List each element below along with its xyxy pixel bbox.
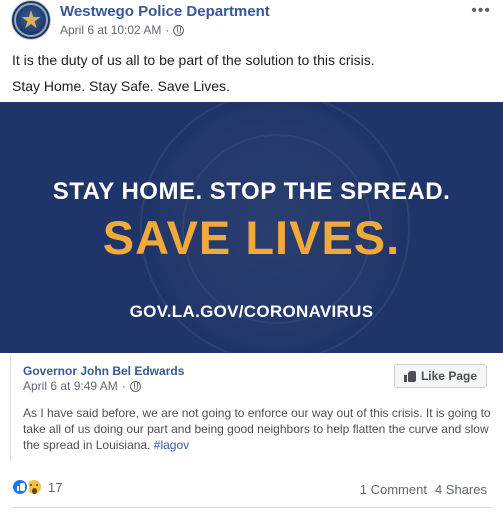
- reaction-count: 17: [48, 479, 63, 495]
- banner-url: GOV.LA.GOV/CORONAVIRUS: [129, 302, 374, 321]
- thumbs-up-icon: [403, 370, 416, 382]
- meta-separator: ·: [121, 379, 126, 393]
- globe-icon: [129, 380, 141, 392]
- shared-post-text: As I have said before, we are not going …: [23, 405, 491, 453]
- footer-divider: [12, 507, 491, 508]
- comments-count-link[interactable]: 1 Comment: [360, 482, 427, 497]
- banner-slogan: SAVE LIVES.: [102, 211, 401, 264]
- like-reaction-icon: [11, 478, 29, 496]
- engagement-stats: 1 Comment 4 Shares: [360, 482, 487, 497]
- globe-icon: [173, 24, 185, 36]
- shared-author-link[interactable]: Governor John Bel Edwards: [23, 364, 184, 378]
- shared-image-banner[interactable]: STAY HOME. STOP THE SPREAD. SAVE LIVES. …: [0, 102, 503, 353]
- shares-count-link[interactable]: 4 Shares: [435, 482, 487, 497]
- like-page-label: Like Page: [420, 369, 477, 383]
- post-footer: 17 1 Comment 4 Shares: [0, 473, 503, 503]
- banner-headline: STAY HOME. STOP THE SPREAD.: [52, 178, 451, 205]
- meta-separator: ·: [165, 23, 170, 37]
- page-avatar[interactable]: [11, 0, 51, 40]
- post-text: It is the duty of us all to be part of t…: [12, 50, 375, 102]
- post-text-line: It is the duty of us all to be part of t…: [12, 52, 375, 68]
- page-name-link[interactable]: Westwego Police Department: [60, 3, 270, 20]
- post-timestamp[interactable]: April 6 at 10:02 AM: [60, 23, 161, 37]
- like-page-button[interactable]: Like Page: [393, 364, 487, 388]
- shared-post: Governor John Bel Edwards April 6 at 9:4…: [10, 355, 493, 461]
- post-meta: April 6 at 10:02 AM ·: [60, 23, 185, 37]
- post-header: Westwego Police Department April 6 at 10…: [0, 0, 503, 44]
- reactions-summary[interactable]: 17: [11, 478, 62, 496]
- more-options-icon[interactable]: •••: [471, 2, 491, 20]
- shared-timestamp[interactable]: April 6 at 9:49 AM: [23, 379, 118, 393]
- post-text-line: Stay Home. Stay Safe. Save Lives.: [12, 78, 230, 94]
- shared-body: As I have said before, we are not going …: [23, 406, 491, 452]
- shared-post-meta: April 6 at 9:49 AM ·: [23, 379, 141, 393]
- hashtag-link[interactable]: #lagov: [154, 438, 189, 452]
